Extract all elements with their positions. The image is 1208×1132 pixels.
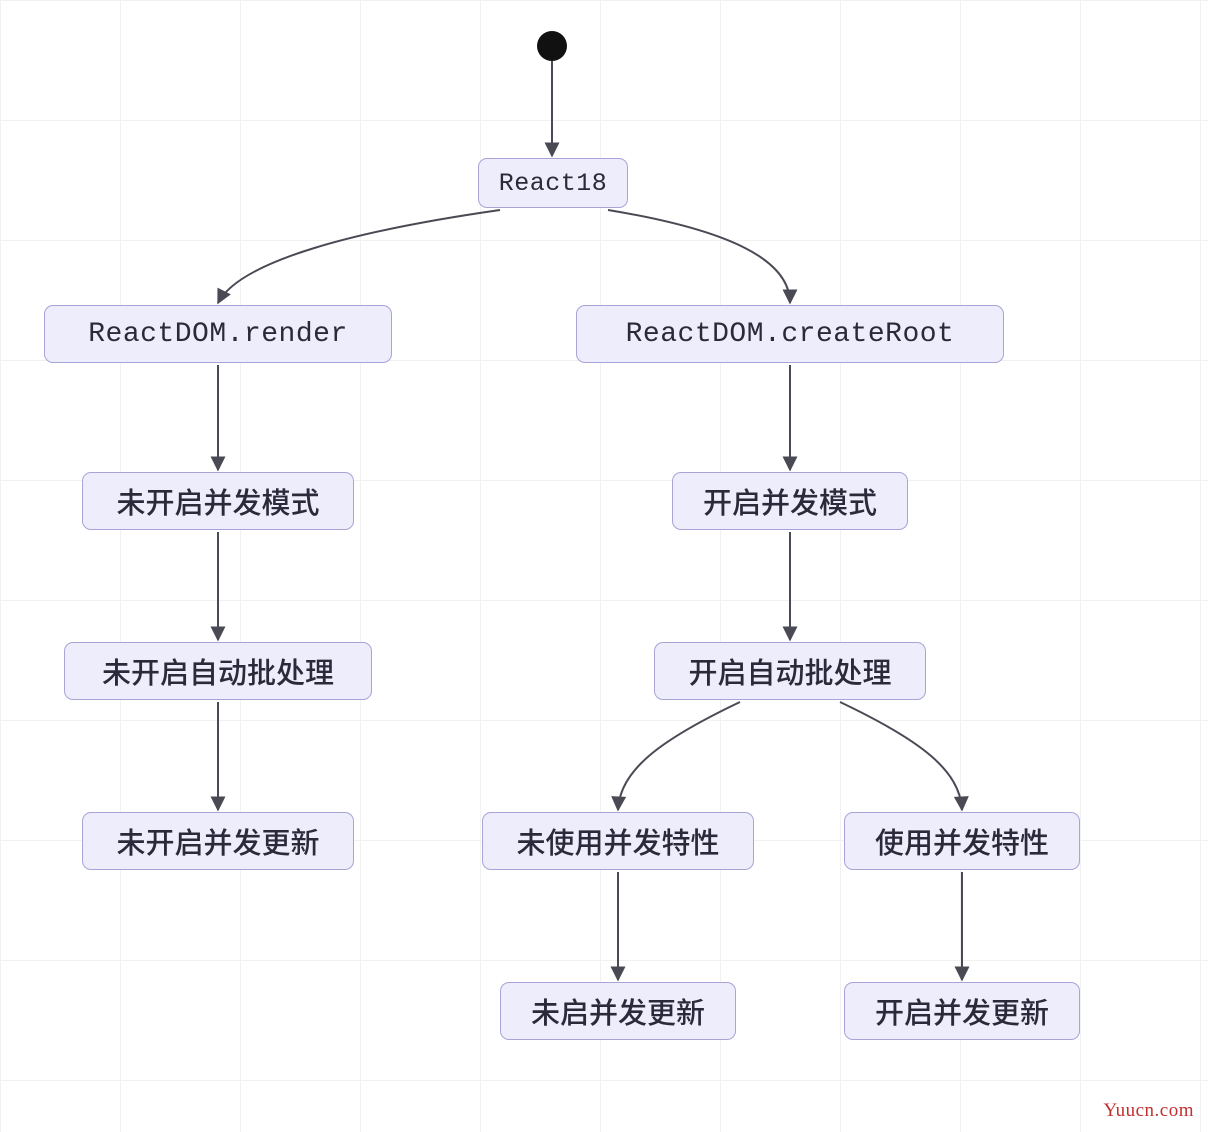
- node-createroot: ReactDOM.createRoot: [576, 305, 1004, 363]
- node-react18: React18: [478, 158, 628, 208]
- node-render: ReactDOM.render: [44, 305, 392, 363]
- node-concurrent-mode: 开启并发模式: [672, 472, 908, 530]
- node-no-concurrent-mode: 未开启并发模式: [82, 472, 354, 530]
- node-no-concurrent-update-right: 未启并发更新: [500, 982, 736, 1040]
- node-no-concurrent-update-left: 未开启并发更新: [82, 812, 354, 870]
- node-concurrent-update: 开启并发更新: [844, 982, 1080, 1040]
- start-node: [537, 31, 567, 61]
- watermark-text: Yuucn.com: [1103, 1100, 1194, 1122]
- node-concurrent-feature: 使用并发特性: [844, 812, 1080, 870]
- node-auto-batch: 开启自动批处理: [654, 642, 926, 700]
- node-no-concurrent-feature: 未使用并发特性: [482, 812, 754, 870]
- node-no-auto-batch: 未开启自动批处理: [64, 642, 372, 700]
